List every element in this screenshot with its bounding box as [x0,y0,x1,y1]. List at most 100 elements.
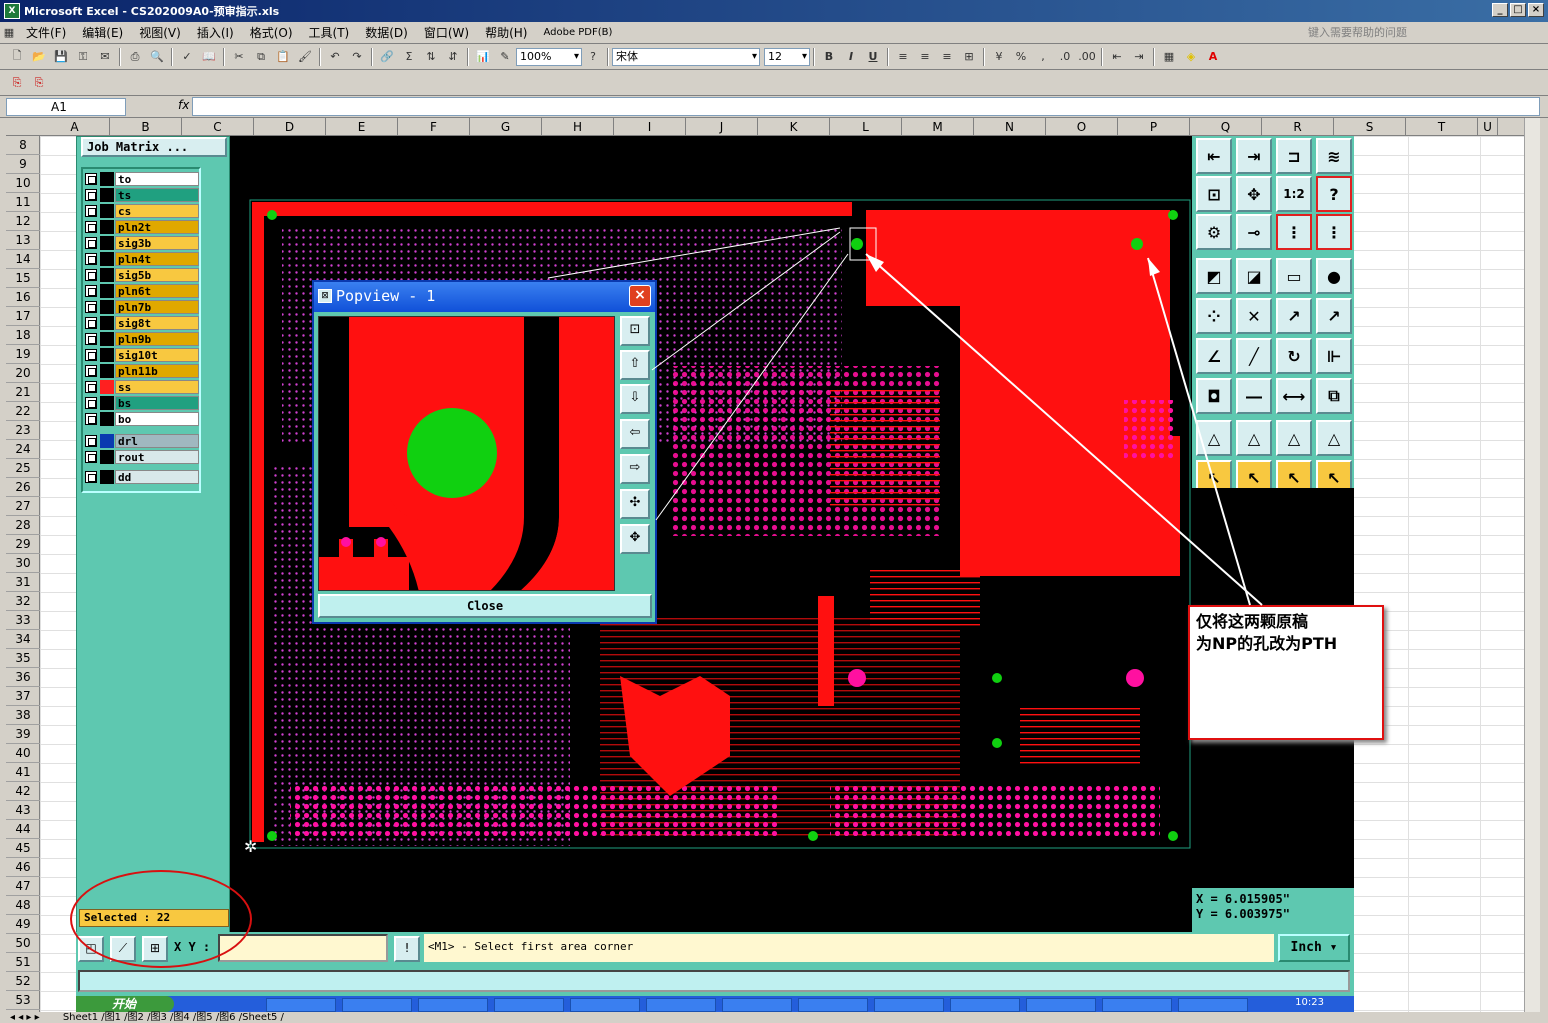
cut-icon[interactable]: ✂ [228,47,250,67]
layer-checkbox[interactable] [85,236,97,249]
pan-up-icon[interactable]: ⇧ [620,350,650,380]
layer-name[interactable]: sig3b [115,235,199,250]
pad-add-icon[interactable]: ◘ [1196,378,1232,414]
taskbar-item[interactable] [798,998,868,1012]
research-icon[interactable]: 📖 [198,47,220,67]
menu-help[interactable]: 帮助(H) [477,24,535,41]
font-color-icon[interactable]: A [1202,47,1224,67]
column-header-D[interactable]: D [254,118,326,136]
align-center-icon[interactable]: ≡ [914,47,936,67]
row-header-32[interactable]: 32 [6,592,40,611]
row-header-22[interactable]: 22 [6,402,40,421]
taskbar-item[interactable] [418,998,488,1012]
menu-data[interactable]: 数据(D) [357,24,416,41]
copy-feature-icon[interactable]: ↗ [1316,298,1352,334]
ruler-icon[interactable]: ▭ [1276,258,1312,294]
column-header-N[interactable]: N [974,118,1046,136]
layer-checkbox[interactable] [85,396,97,409]
row-header-11[interactable]: 11 [6,193,40,212]
zoom-extents-icon[interactable]: ⊡ [1196,176,1232,212]
layer-row-sig3b[interactable]: sig3b [85,235,199,250]
column-header-U[interactable]: U [1478,118,1498,136]
layer-color-swatch[interactable] [100,299,114,314]
save-icon[interactable]: 💾 [50,47,72,67]
chart-wizard-icon[interactable]: 📊 [472,47,494,67]
layer-checkbox[interactable] [85,220,97,233]
sort-desc-icon[interactable]: ⇵ [442,47,464,67]
row-header-52[interactable]: 52 [6,972,40,991]
column-header-L[interactable]: L [830,118,902,136]
menu-adobe-pdf[interactable]: Adobe PDF(B) [535,27,620,38]
layer-name[interactable]: sig10t [115,347,199,362]
column-header-C[interactable]: C [182,118,254,136]
copy-icon[interactable]: ⧉ [250,47,272,67]
layer-checkbox[interactable] [85,252,97,265]
layer-checkbox[interactable] [85,300,97,313]
layer-row-pln7b[interactable]: pln7b [85,299,199,314]
layer-color-swatch[interactable] [100,235,114,250]
layer-checkbox[interactable] [85,268,97,281]
layer-color-swatch[interactable] [100,267,114,282]
undo-icon[interactable]: ↶ [324,47,346,67]
job-matrix-title[interactable]: Job Matrix ... [81,137,227,157]
sheet-tab-list[interactable]: Sheet1 /图1 /图2 /图3 /图4 /图5 /图6 /Sheet5 / [43,1012,284,1023]
bold-button[interactable]: B [818,47,840,67]
layer-checkbox[interactable] [85,434,97,447]
layer-color-swatch[interactable] [100,347,114,362]
layer-name[interactable]: to [115,171,199,186]
delete-icon[interactable]: ✕ [1236,298,1272,334]
tab-nav-arrows-icon[interactable]: ◂ ◂ ▸ ▸ [0,1012,40,1023]
layer-name[interactable]: cs [115,203,199,218]
taskbar-item[interactable] [646,998,716,1012]
row-header-34[interactable]: 34 [6,630,40,649]
row-header-51[interactable]: 51 [6,953,40,972]
pan-left-icon[interactable]: ⇦ [620,419,650,449]
column-header-G[interactable]: G [470,118,542,136]
layer-name[interactable]: pln2t [115,219,199,234]
menu-format[interactable]: 格式(O) [242,24,301,41]
row-header-24[interactable]: 24 [6,440,40,459]
layer-checkbox[interactable] [85,316,97,329]
mirror-icon[interactable]: ⊐ [1276,138,1312,174]
layer-color-swatch[interactable] [100,433,114,448]
layer-color-swatch[interactable] [100,283,114,298]
surface-alt-icon[interactable]: △ [1316,420,1352,456]
menu-file[interactable]: 文件(F) [18,24,74,41]
move-feature-icon[interactable]: ↗ [1276,298,1312,334]
redo-icon[interactable]: ↷ [346,47,368,67]
permission-icon[interactable]: ⚿ [72,47,94,67]
taskbar-item[interactable] [570,998,640,1012]
layer-color-swatch[interactable] [100,469,114,484]
column-header-Q[interactable]: Q [1190,118,1262,136]
fill-icon[interactable]: ◪ [1236,258,1272,294]
row-header-16[interactable]: 16 [6,288,40,307]
align-right-icon[interactable]: ≡ [936,47,958,67]
row-header-50[interactable]: 50 [6,934,40,953]
layer-row-dd[interactable]: dd [85,469,199,484]
row-header-33[interactable]: 33 [6,611,40,630]
layer-checkbox[interactable] [85,204,97,217]
column-header-M[interactable]: M [902,118,974,136]
surface-icon[interactable]: △ [1276,420,1312,456]
font-size-select[interactable]: 12 [764,47,810,66]
taskbar-item[interactable] [1102,998,1172,1012]
unit-select[interactable]: Inch ▾ [1278,934,1350,962]
column-header-S[interactable]: S [1334,118,1406,136]
layer-checkbox[interactable] [85,450,97,463]
polygon-alt-icon[interactable]: △ [1236,420,1272,456]
row-header-17[interactable]: 17 [6,307,40,326]
popview-title[interactable]: Popview - 1 [314,282,655,312]
layer-name[interactable]: drl [115,433,199,448]
spelling-icon[interactable]: ✓ [176,47,198,67]
percent-icon[interactable]: % [1010,47,1032,67]
row-header-19[interactable]: 19 [6,345,40,364]
polygon-icon[interactable]: △ [1196,420,1232,456]
move-left-icon[interactable]: ⇤ [1196,138,1232,174]
column-header-I[interactable]: I [614,118,686,136]
layer-color-swatch[interactable] [100,315,114,330]
increase-indent-icon[interactable]: ⇥ [1128,47,1150,67]
row-header-45[interactable]: 45 [6,839,40,858]
fx-icon[interactable]: fx [178,98,189,112]
column-header-H[interactable]: H [542,118,614,136]
menu-view[interactable]: 视图(V) [131,24,189,41]
